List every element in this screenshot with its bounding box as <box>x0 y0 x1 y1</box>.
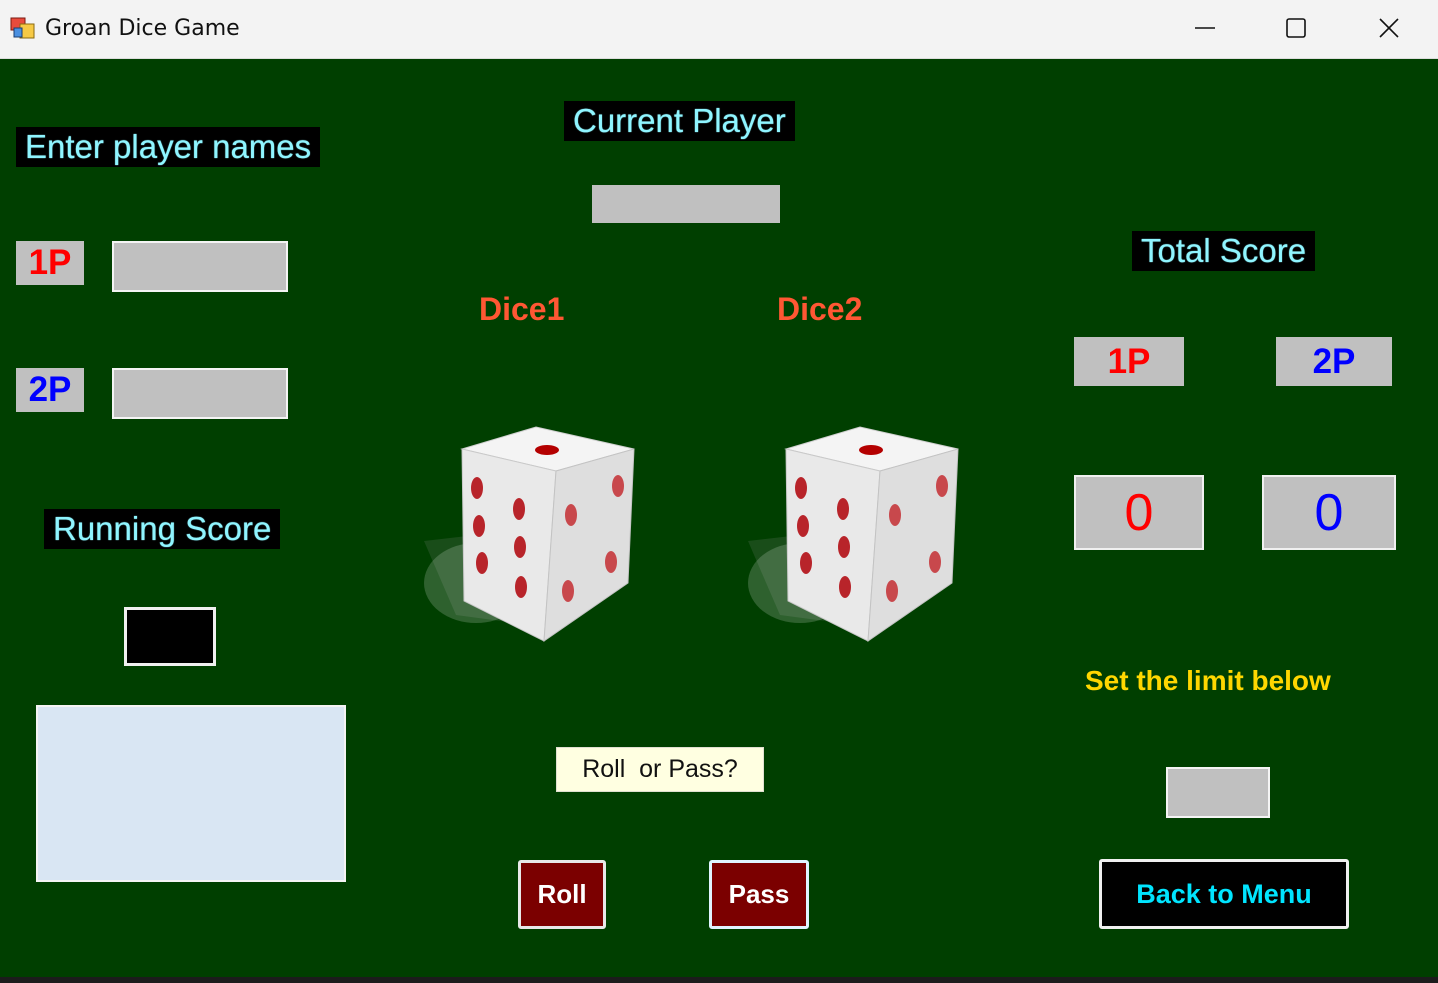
dice1-image <box>424 426 635 643</box>
roll-or-pass-prompt: Roll or Pass? <box>556 747 764 792</box>
window-bottom-edge <box>0 977 1438 983</box>
running-score-display <box>124 607 216 666</box>
minimize-icon <box>1195 27 1215 29</box>
pass-button[interactable]: Pass <box>709 860 809 929</box>
maximize-icon <box>1286 18 1306 38</box>
player1-name-input[interactable] <box>112 241 288 292</box>
roll-button[interactable]: Roll <box>518 860 606 929</box>
total-player1-tag: 1P <box>1074 337 1184 386</box>
player1-total-score: 0 <box>1074 475 1204 550</box>
player2-name-input[interactable] <box>112 368 288 419</box>
player2-total-score: 0 <box>1262 475 1396 550</box>
current-player-label: Current Player <box>564 101 795 141</box>
total-score-label: Total Score <box>1132 231 1316 271</box>
maximize-button[interactable] <box>1273 8 1319 48</box>
score-limit-input[interactable] <box>1166 767 1270 818</box>
set-limit-label: Set the limit below <box>1085 665 1331 696</box>
player1-name-tag: 1P <box>16 241 84 285</box>
dice1-label: Dice1 <box>479 291 565 327</box>
app-icon <box>10 15 36 41</box>
roll-log-box[interactable] <box>36 705 346 882</box>
window-title: Groan Dice Game <box>45 16 240 41</box>
total-player2-tag: 2P <box>1276 337 1392 386</box>
current-player-value <box>592 185 780 223</box>
player2-name-tag: 2P <box>16 368 84 412</box>
close-icon <box>1379 18 1399 38</box>
running-score-label: Running Score <box>44 509 281 549</box>
game-board: Enter player names 1P 2P Running Score C… <box>0 59 1438 977</box>
back-to-menu-button[interactable]: Back to Menu <box>1099 859 1349 929</box>
dice2-label: Dice2 <box>777 291 863 327</box>
title-bar: Groan Dice Game <box>0 0 1438 59</box>
close-button[interactable] <box>1366 8 1412 48</box>
minimize-button[interactable] <box>1182 8 1228 48</box>
dice2-image <box>748 426 959 643</box>
enter-names-label: Enter player names <box>16 127 321 167</box>
